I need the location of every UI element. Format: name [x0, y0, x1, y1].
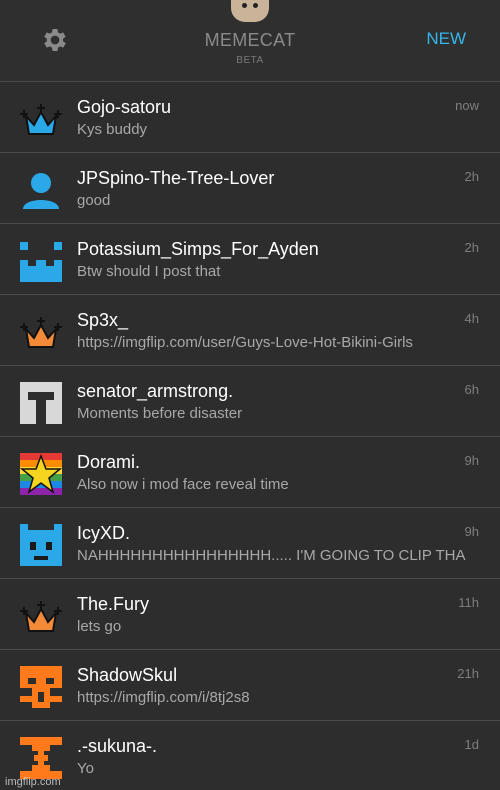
message-row[interactable]: senator_armstrong. Moments before disaste…	[0, 366, 500, 437]
message-time: 1d	[464, 737, 479, 752]
message-time: 11h	[458, 595, 479, 610]
message-preview: https://imgflip.com/user/Guys-Love-Hot-B…	[77, 334, 413, 351]
message-time: 9h	[464, 453, 479, 468]
message-list: Gojo-satoru Kys buddy now JPSpino-The-Tree-…	[0, 82, 500, 790]
message-time: 4h	[464, 311, 479, 326]
message-sender: IcyXD.	[77, 523, 131, 543]
message-time: 2h	[464, 169, 479, 184]
crown-orange-avatar-icon[interactable]	[20, 311, 62, 353]
message-time: now	[455, 98, 479, 113]
message-preview: Yo	[77, 760, 94, 777]
message-row[interactable]: JPSpino-The-Tree-Lover good 2h	[0, 153, 500, 224]
message-preview: https://imgflip.com/i/8tj2s8	[77, 689, 250, 706]
blocky-orange-x-avatar-icon[interactable]	[20, 737, 62, 779]
message-preview: Btw should I post that	[77, 263, 221, 280]
message-sender: The.Fury	[77, 594, 150, 614]
message-row[interactable]: .-sukuna-. Yo 1d	[0, 721, 500, 790]
message-preview: Also now i mod face reveal time	[77, 476, 289, 493]
message-sender: Sp3x_	[77, 310, 129, 330]
message-sender: JPSpino-The-Tree-Lover	[77, 168, 275, 188]
app-title: MEMECAT	[204, 30, 296, 50]
message-row[interactable]: Dorami. Also now i mod face reveal time 9h	[0, 437, 500, 508]
star-rainbow-avatar-icon[interactable]	[19, 453, 63, 495]
message-preview: Moments before disaster	[77, 405, 243, 422]
message-row[interactable]: ShadowSkul https://imgflip.com/i/8tj2s8 21…	[0, 650, 500, 721]
message-row[interactable]: Gojo-satoru Kys buddy now	[0, 82, 500, 153]
message-sender: senator_armstrong.	[77, 381, 234, 401]
message-preview: good	[77, 192, 111, 209]
app-subtitle: BETA	[236, 55, 264, 66]
message-row[interactable]: Potassium_Simps_For_Ayden Btw should I po…	[0, 224, 500, 295]
message-time: 6h	[464, 382, 479, 397]
message-time: 2h	[464, 240, 479, 255]
message-sender: .-sukuna-.	[77, 736, 158, 756]
cat-logo-icon	[231, 0, 269, 22]
message-preview: NAHHHHHHHHHHHHHHHH..... I'M GOING TO CLI…	[77, 547, 466, 564]
imgflip-watermark: imgflip.com	[5, 776, 61, 788]
message-row[interactable]: Sp3x_ https://imgflip.com/user/Guys-Love-…	[0, 295, 500, 366]
message-row[interactable]: IcyXD. NAHHHHHHHHHHHHHHHH..... I'M GOING …	[0, 508, 500, 579]
crown-blue-avatar-icon[interactable]	[20, 98, 62, 140]
blocky-orange-avatar-icon[interactable]	[20, 666, 62, 708]
message-row[interactable]: The.Fury lets go 11h	[0, 579, 500, 650]
message-preview: lets go	[77, 618, 122, 635]
message-time: 21h	[457, 666, 479, 681]
crown-orange-avatar-icon[interactable]	[20, 595, 62, 637]
blocky-blue-face-avatar-icon[interactable]	[20, 524, 62, 566]
blocky-blue-avatar-icon[interactable]	[20, 240, 62, 282]
message-time: 9h	[464, 524, 479, 539]
message-sender: Dorami.	[77, 452, 141, 472]
message-sender: Gojo-satoru	[77, 97, 172, 117]
new-message-button[interactable]: NEW	[426, 29, 466, 49]
blocky-gray-avatar-icon[interactable]	[20, 382, 62, 424]
message-sender: Potassium_Simps_For_Ayden	[77, 239, 319, 259]
app-header: MEMECAT BETA NEW	[0, 0, 500, 82]
message-sender: ShadowSkul	[77, 665, 178, 685]
message-preview: Kys buddy	[77, 121, 148, 138]
person-blue-avatar-icon[interactable]	[20, 169, 62, 211]
